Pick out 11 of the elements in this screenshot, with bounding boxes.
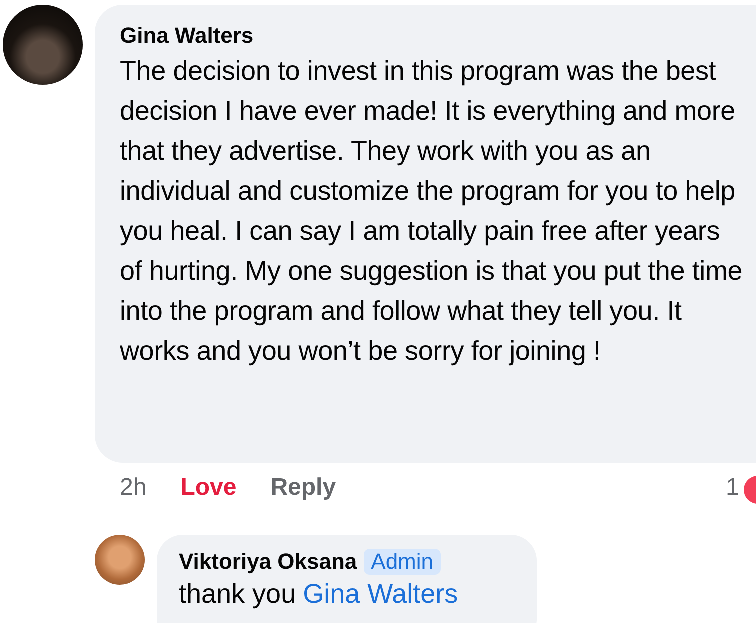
comment-author[interactable]: Gina Walters	[120, 23, 254, 49]
avatar-photo	[95, 535, 145, 585]
reply-text: thank you	[179, 579, 296, 609]
admin-badge: Admin	[364, 549, 440, 575]
comment-text: The decision to invest in this program was the best decision I have ever made! It is everything and more that they advertise. They work with you as an individual and customize the program for you to help you heal. I can say I am totally pain free after years of hurting. My one suggestion is that you put the time into the program and follow what they tell you. It works and you won’t be sorry for joining !	[120, 55, 744, 368]
reaction-count: 1	[726, 474, 740, 502]
reply-author[interactable]: Viktoriya Oksana	[179, 549, 358, 575]
reply-button[interactable]: Reply	[270, 474, 336, 502]
love-reaction-button[interactable]: Love	[180, 474, 237, 502]
timestamp: 2h	[120, 474, 147, 502]
mention-link[interactable]: Gina Walters	[303, 579, 458, 609]
